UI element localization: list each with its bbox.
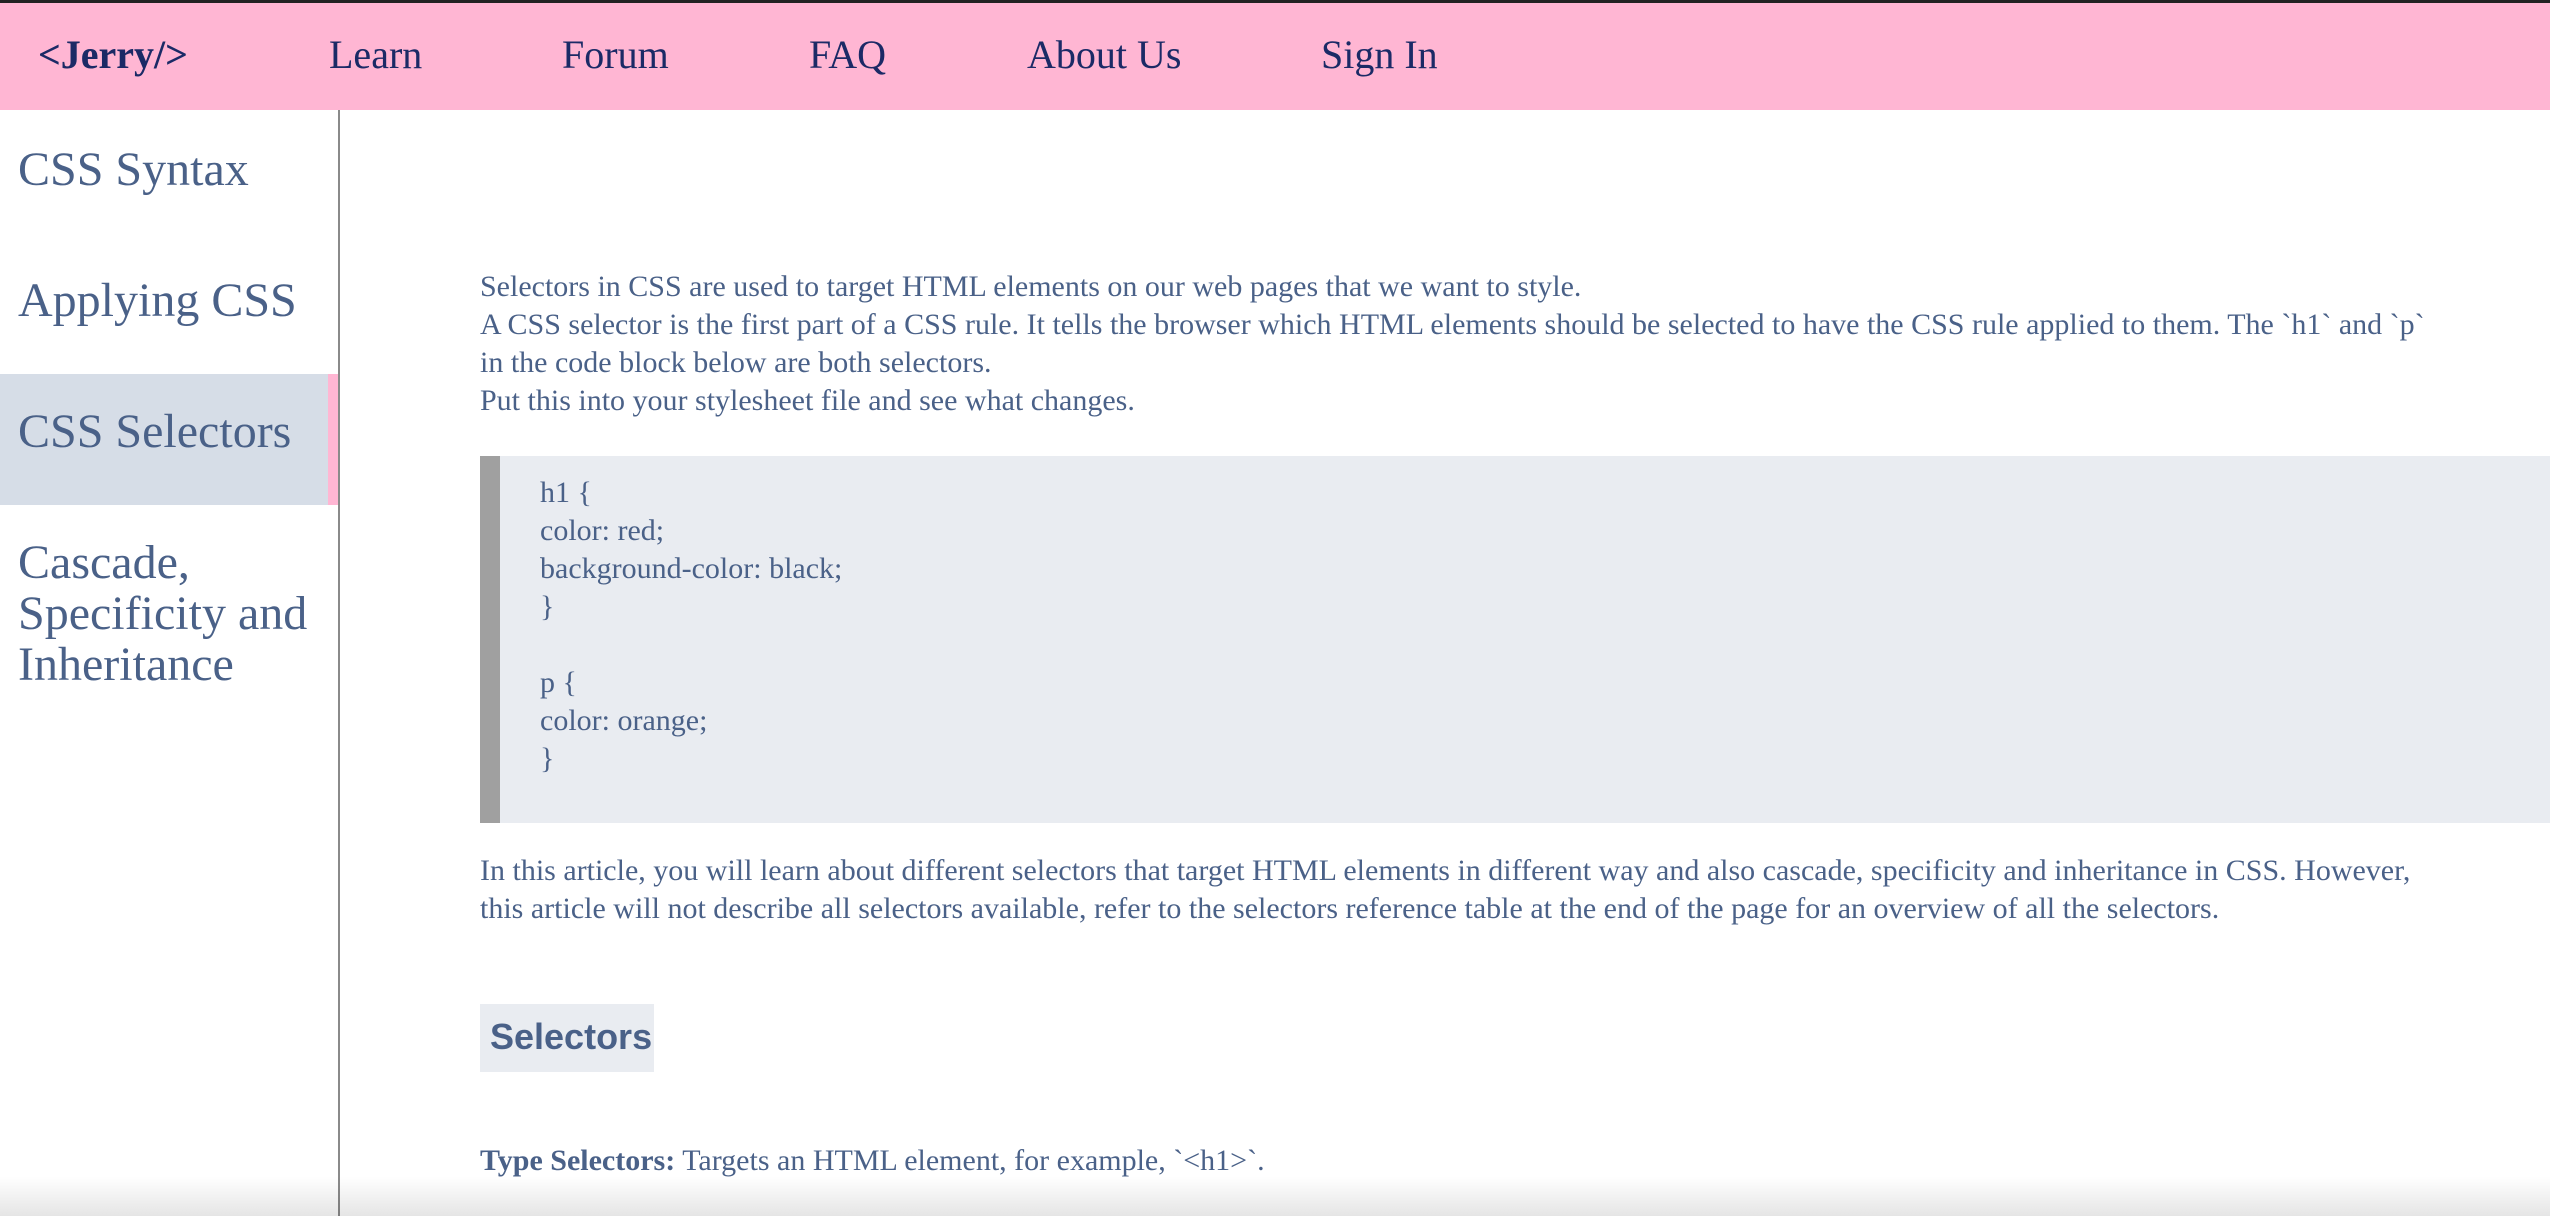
sidebar: CSS Syntax Applying CSS CSS Selectors Ca… [0,110,340,1216]
nav-link-sign-in[interactable]: Sign In [1321,31,1438,78]
code-line: h1 { [540,476,592,509]
code-line: } [540,590,555,623]
sidebar-item-css-selectors[interactable]: CSS Selectors [0,374,338,505]
code-line: background-color: black; [540,552,843,585]
top-nav-bar: <Jerry/> Learn Forum FAQ About Us Sign I… [0,0,2550,110]
code-line: } [540,742,555,775]
main-content: Selectors in CSS are used to target HTML… [342,110,2550,1216]
nav-link-about-us[interactable]: About Us [1027,31,1181,78]
article-paragraph-line-2: this article will not describe all selec… [480,892,2220,925]
site-logo[interactable]: <Jerry/> [38,31,188,78]
article-paragraph-line-1: In this article, you will learn about di… [480,854,2411,887]
intro-paragraph-line-3: in the code block below are both selecto… [480,346,992,379]
intro-paragraph-line-1: Selectors in CSS are used to target HTML… [480,270,1582,303]
sidebar-item-css-syntax[interactable]: CSS Syntax [0,144,338,195]
type-selectors-label: Type Selectors: [480,1144,676,1177]
intro-paragraph-line-2: A CSS selector is the first part of a CS… [480,308,2425,341]
type-selectors-paragraph: Type Selectors: Targets an HTML element,… [480,1142,1265,1180]
code-block: h1 { color: red; background-color: black… [480,456,2550,823]
nav-link-forum[interactable]: Forum [562,31,669,78]
section-heading-selectors: Selectors [480,1004,654,1072]
code-line: color: red; [540,514,665,547]
intro-paragraph-line-4: Put this into your stylesheet file and s… [480,384,1135,417]
code-line: p { [540,666,577,699]
nav-link-faq[interactable]: FAQ [809,31,886,78]
type-selectors-text: Targets an HTML element, for example, `<… [675,1144,1265,1177]
sidebar-item-cascade-specificity-inheritance[interactable]: Cascade, Specificity and Inheritance [0,537,330,690]
code-line: color: orange; [540,704,708,737]
section-heading-text: Selectors [490,1016,653,1057]
sidebar-item-applying-css[interactable]: Applying CSS [0,275,338,326]
nav-link-learn[interactable]: Learn [329,31,422,78]
